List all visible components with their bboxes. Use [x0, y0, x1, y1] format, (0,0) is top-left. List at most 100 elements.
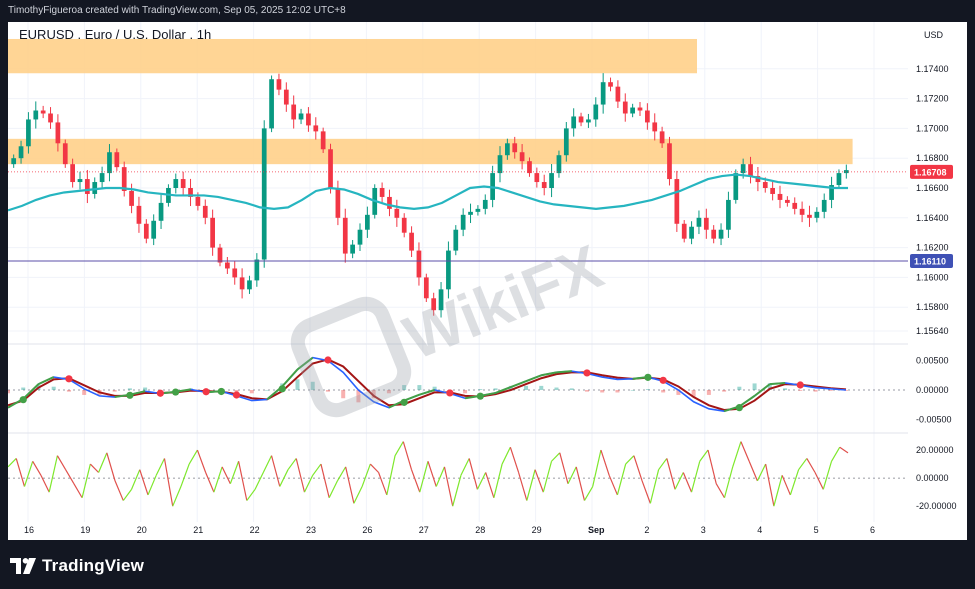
- time-tick-27: 27: [419, 525, 429, 535]
- osc-seg-13: [106, 452, 116, 482]
- price-candles: [11, 73, 849, 318]
- macd-cross-dot-43: [659, 376, 667, 384]
- osc-seg-62: [509, 447, 520, 473]
- macd-hist-27: [417, 385, 422, 390]
- macd-cross-dot-14: [217, 387, 225, 396]
- candle-body-108: [807, 214, 812, 218]
- macd-cross-dot-42: [644, 373, 652, 381]
- osc-seg-63: [518, 472, 528, 501]
- osc-seg-98: [806, 458, 816, 473]
- candle-body-55: [416, 250, 422, 278]
- osc-seg-82: [674, 472, 684, 490]
- candle-body-12: [99, 173, 105, 183]
- candle-body-61: [460, 214, 466, 230]
- candle-body-106: [792, 202, 798, 209]
- macd-cross-dot-38: [583, 369, 591, 377]
- macd-hist-22: [341, 390, 346, 399]
- macd-pane: [8, 356, 908, 413]
- macd-cross-dot-8: [126, 391, 134, 399]
- osc-seg-15: [122, 488, 133, 501]
- macd-hist-42: [645, 389, 650, 390]
- candle-body-13: [107, 152, 112, 174]
- tradingview-logo-icon: [10, 558, 36, 574]
- osc-seg-79: [649, 469, 660, 504]
- time-tick-4: 4: [757, 525, 762, 535]
- macd-hist-49: [752, 383, 757, 390]
- chart-area[interactable]: 1.16110 1.16708 1.17400 1.17200 1.17000 1.16…: [8, 22, 967, 540]
- macd-tick-0.00000: 0.00000: [916, 385, 949, 395]
- osc-seg-9: [73, 483, 83, 499]
- macd-cross-dot-1: [19, 396, 27, 404]
- osc-seg-53: [435, 466, 446, 487]
- osc-seg-80: [658, 458, 668, 471]
- macd-cross-dot-18: [278, 385, 286, 393]
- chart-svg[interactable]: 1.16110 1.16708 1.17400 1.17200 1.17000 1.16…: [8, 22, 967, 540]
- candle-body-96: [718, 229, 724, 239]
- osc-seg-97: [798, 458, 808, 471]
- candle-body-105: [785, 199, 790, 203]
- candle-body-32: [247, 280, 252, 290]
- osc-seg-19: [155, 458, 166, 476]
- candle-body-44: [335, 188, 341, 218]
- candle-body-30: [232, 268, 238, 278]
- osc-seg-73: [600, 449, 610, 476]
- macd-tick-0.00500: 0.00500: [916, 356, 949, 366]
- macd-hist-52: [798, 390, 803, 391]
- candle-body-107: [799, 208, 805, 215]
- candle-body-47: [357, 229, 363, 245]
- osc-seg-65: [534, 469, 544, 493]
- osc-seg-67: [551, 452, 561, 462]
- osc-seg-38: [312, 463, 322, 476]
- macd-hist-54: [828, 390, 833, 391]
- candle-body-75: [563, 128, 569, 156]
- time-tick-16: 16: [24, 525, 34, 535]
- resistance-zones: [8, 38, 853, 165]
- osc-seg-8: [65, 469, 75, 485]
- candle-body-68: [512, 143, 518, 153]
- osc-seg-26: [213, 466, 223, 493]
- watermark: WikiFX: [290, 232, 612, 418]
- osc-seg-51: [419, 461, 429, 493]
- macd-hist-32: [493, 388, 498, 390]
- candle-body-100: [748, 164, 753, 177]
- candle-body-1: [18, 146, 24, 159]
- osc-seg-77: [633, 455, 643, 482]
- osc-seg-54: [443, 466, 454, 507]
- macd-bull-seg-2: [22, 383, 40, 400]
- candle-body-39: [298, 113, 304, 120]
- candle-body-51: [387, 196, 392, 209]
- candle-body-41: [313, 125, 319, 132]
- attribution-text: TimothyFigueroa created with TradingView…: [8, 5, 346, 16]
- osc-seg-50: [410, 469, 421, 493]
- candle-body-113: [843, 170, 849, 174]
- osc-seg-34: [279, 469, 289, 487]
- candle-body-27: [210, 217, 215, 248]
- macd-hist-16: [249, 390, 254, 394]
- osc-seg-64: [526, 469, 536, 501]
- osc-seg-20: [163, 458, 174, 507]
- candle-body-93: [696, 217, 702, 227]
- macd-bull-seg-37: [556, 370, 572, 374]
- osc-seg-7: [56, 455, 67, 470]
- candle-body-2: [26, 119, 31, 147]
- time-tick-29: 29: [532, 525, 542, 535]
- candle-body-74: [556, 155, 562, 174]
- osc-seg-94: [773, 475, 783, 507]
- candle-body-18: [143, 223, 149, 239]
- candle-body-45: [342, 217, 348, 254]
- macd-cross-dot-31: [476, 392, 484, 400]
- time-tick-20: 20: [137, 525, 147, 535]
- candle-body-17: [136, 205, 142, 224]
- candle-body-77: [578, 116, 584, 123]
- macd-hist-21: [325, 390, 330, 392]
- macd-hist-40: [615, 390, 620, 393]
- time-tick-2: 2: [644, 525, 649, 535]
- candle-body-84: [630, 107, 635, 114]
- candle-body-78: [586, 119, 591, 123]
- last-price-axis-label: 1.16708: [914, 167, 947, 177]
- macd-hist-46: [706, 390, 711, 395]
- candle-body-7: [62, 143, 68, 165]
- candle-body-60: [453, 229, 459, 251]
- tradingview-logo[interactable]: TradingView: [10, 556, 144, 576]
- osc-seg-2: [15, 458, 26, 487]
